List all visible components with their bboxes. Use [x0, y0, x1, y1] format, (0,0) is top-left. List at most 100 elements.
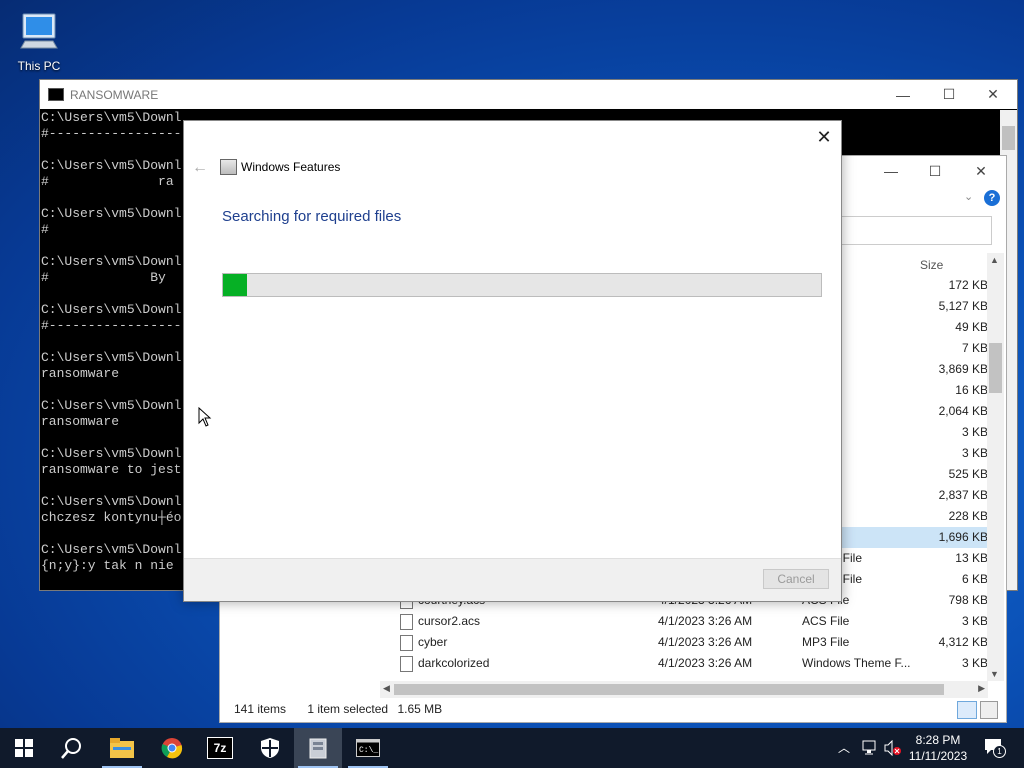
status-item-count: 141 items: [234, 702, 287, 716]
close-icon: ✕: [975, 162, 987, 179]
dialog-close-button[interactable]: ✕: [809, 123, 839, 151]
maximize-icon: ☐: [928, 162, 942, 179]
scrollbar-thumb[interactable]: [1002, 126, 1015, 150]
minimize-icon: —: [896, 86, 910, 103]
7zip-icon: 7z: [207, 737, 233, 759]
file-size: 798 KB: [948, 593, 988, 607]
taskbar-file-explorer[interactable]: [98, 728, 146, 768]
explorer-minimize-button[interactable]: —: [868, 156, 914, 186]
dialog-title: Windows Features: [241, 160, 341, 174]
svg-text:C:\_: C:\_: [359, 746, 378, 755]
file-row[interactable]: cursor2.acs 4/1/2023 3:26 AM ACS File 3 KB: [380, 611, 988, 632]
cmd-window-title: RANSOMWARE: [70, 87, 159, 102]
file-size: 3 KB: [961, 446, 988, 460]
file-size: 525 KB: [948, 467, 988, 481]
clock-time: 8:28 PM: [915, 733, 961, 747]
cmd-title-bar[interactable]: RANSOMWARE: [40, 80, 1017, 109]
file-list-vertical-scrollbar[interactable]: ▲ ▼: [987, 253, 1004, 681]
scrollbar-thumb[interactable]: [989, 343, 1002, 393]
file-row[interactable]: darkcolorized 4/1/2023 3:26 AM Windows The…: [380, 653, 988, 674]
notification-badge: 1: [993, 745, 1006, 758]
computer-icon: [20, 13, 58, 49]
file-date: 4/1/2023 3:26 AM: [658, 614, 753, 628]
back-arrow-icon[interactable]: ←: [192, 159, 208, 177]
cmd-window-icon: [48, 88, 64, 101]
maximize-button[interactable]: ☐: [926, 80, 972, 109]
ribbon-expand-icon[interactable]: ⌄: [964, 190, 973, 203]
close-icon: ✕: [816, 126, 832, 147]
scroll-left-icon[interactable]: ◀: [383, 683, 390, 694]
file-size: 2,064 KB: [938, 404, 988, 418]
search-icon: [61, 738, 81, 759]
windows-features-dialog[interactable]: ✕ ← Windows Features Searching for requi…: [183, 120, 842, 602]
start-icon: [15, 739, 33, 757]
file-type: Windows Theme F...: [802, 656, 911, 670]
file-icon: [400, 614, 413, 630]
cancel-button[interactable]: Cancel: [763, 569, 829, 589]
file-size: 7 KB: [961, 341, 988, 355]
file-size: 49 KB: [955, 320, 988, 334]
file-list-horizontal-scrollbar[interactable]: ◀ ▶: [380, 681, 988, 698]
security-icon: [261, 738, 279, 758]
network-icon[interactable]: [862, 740, 880, 756]
file-size: 13 KB: [955, 551, 988, 565]
file-name: darkcolorized: [418, 656, 490, 670]
taskbar-cmd[interactable]: C:\_: [344, 728, 392, 768]
file-name: cursor2.acs: [418, 614, 481, 628]
file-size: 3 KB: [961, 614, 988, 628]
file-type: ACS File: [802, 614, 850, 628]
file-size: 228 KB: [948, 509, 988, 523]
taskbar-7zip[interactable]: 7z: [196, 728, 244, 768]
minimize-icon: —: [884, 163, 898, 179]
dialog-footer: Cancel: [184, 558, 841, 601]
scroll-up-icon[interactable]: ▲: [990, 255, 999, 265]
scroll-right-icon[interactable]: ▶: [978, 683, 985, 694]
file-size: 2,837 KB: [938, 488, 988, 502]
close-button[interactable]: ✕: [970, 80, 1016, 109]
file-type: MP3 File: [802, 635, 850, 649]
windows-features-icon: [309, 738, 327, 759]
windows-features-icon: [220, 159, 237, 175]
chrome-icon: [161, 738, 183, 759]
search-button[interactable]: [48, 728, 96, 768]
file-date: 4/1/2023 3:26 AM: [658, 656, 753, 670]
explorer-close-button[interactable]: ✕: [958, 156, 1004, 186]
file-size: 6 KB: [961, 572, 988, 586]
details-view-icon[interactable]: [957, 701, 977, 719]
file-icon: [400, 656, 413, 672]
maximize-icon: ☐: [942, 86, 956, 102]
scrollbar-thumb[interactable]: [394, 684, 944, 695]
cmd-icon: C:\_: [356, 739, 380, 757]
large-icons-view-icon[interactable]: [980, 701, 998, 719]
taskbar-clock[interactable]: 8:28 PM 11/11/2023: [900, 732, 976, 764]
file-size: 1,696 KB: [938, 530, 988, 544]
file-explorer-icon: [110, 738, 134, 758]
taskbar: 7z C:\_ ︿ 8:28 PM 11/11/2023 1: [0, 728, 1024, 768]
search-box[interactable]: [820, 216, 992, 245]
file-date: 4/1/2023 3:26 AM: [658, 635, 753, 649]
file-size: 3,869 KB: [938, 362, 988, 376]
file-size: 4,312 KB: [938, 635, 988, 649]
explorer-maximize-button[interactable]: ☐: [912, 156, 958, 186]
desktop-icon-this-pc[interactable]: This PC: [14, 10, 64, 73]
column-header-size[interactable]: Size: [920, 258, 943, 272]
action-center-button[interactable]: 1: [984, 738, 1006, 758]
minimize-button[interactable]: —: [880, 80, 926, 109]
taskbar-windows-features[interactable]: [294, 728, 342, 768]
help-icon[interactable]: ?: [984, 190, 1000, 206]
progress-bar: [222, 273, 822, 297]
scroll-down-icon[interactable]: ▼: [990, 669, 999, 679]
file-size: 172 KB: [948, 278, 988, 292]
file-icon: [400, 635, 413, 651]
file-row[interactable]: cyber 4/1/2023 3:26 AM MP3 File 4,312 KB: [380, 632, 988, 653]
clock-date: 11/11/2023: [908, 749, 968, 763]
start-button[interactable]: [0, 728, 48, 768]
file-size: 5,127 KB: [938, 299, 988, 313]
taskbar-security[interactable]: [246, 728, 294, 768]
desktop-icon-label: This PC: [17, 59, 61, 73]
progress-bar-fill: [223, 274, 247, 296]
show-hidden-icons-chevron-icon[interactable]: ︿: [838, 739, 850, 756]
status-selected: 1 item selected: [307, 702, 389, 716]
taskbar-chrome[interactable]: [148, 728, 196, 768]
file-size: 3 KB: [961, 425, 988, 439]
